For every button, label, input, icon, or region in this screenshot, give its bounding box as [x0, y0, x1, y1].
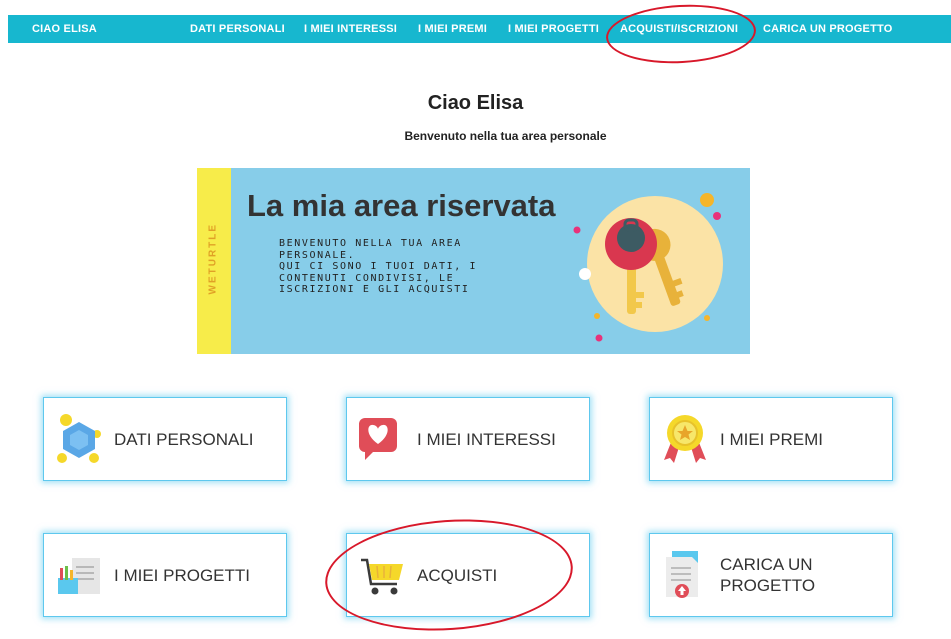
banner-body-line: CONTENUTI CONDIVISI, LE — [279, 272, 455, 284]
top-nav-bar: CIAO ELISA DATI PERSONALI I MIEI INTERES… — [8, 15, 951, 43]
nav-item-carica-un-progetto[interactable]: CARICA UN PROGETTO — [763, 15, 893, 43]
upload-document-icon — [666, 551, 698, 598]
turtle-icon — [57, 414, 101, 463]
banner-headline: La mia area riservata — [247, 188, 556, 223]
nav-greeting-link[interactable]: CIAO ELISA — [32, 15, 97, 43]
page-title: Ciao Elisa — [427, 92, 524, 114]
project-document-icon — [58, 558, 100, 594]
annotation-circle-acquisti — [321, 511, 577, 639]
card-i-miei-interessi[interactable]: I MIEI INTERESSI — [346, 397, 590, 481]
nav-item-dati-personali[interactable]: DATI PERSONALI — [190, 15, 285, 43]
card-label: I MIEI PROGETTI — [114, 565, 251, 585]
card-label: DATI PERSONALI — [114, 429, 254, 449]
card-carica-un-progetto[interactable]: CARICA UN PROGETTO — [649, 533, 893, 617]
banner-body-text: BENVENUTO NELLA TUA AREA PERSONALE. QUI … — [279, 238, 539, 296]
card-label: I MIEI PREMI — [720, 429, 823, 449]
annotation-circle-nav — [604, 1, 758, 67]
award-ribbon-icon — [664, 415, 706, 463]
banner-side-label: WETURTLE — [207, 222, 219, 295]
nav-item-i-miei-interessi[interactable]: I MIEI INTERESSI — [304, 15, 397, 43]
banner-body-line: BENVENUTO NELLA TUA AREA — [279, 238, 462, 249]
banner-body-line: PERSONALE. — [279, 249, 356, 261]
card-i-miei-progetti[interactable]: I MIEI PROGETTI — [43, 533, 287, 617]
nav-item-i-miei-premi[interactable]: I MIEI PREMI — [418, 15, 487, 43]
card-dati-personali[interactable]: DATI PERSONALI — [43, 397, 287, 481]
banner-body-line: QUI CI SONO I TUOI DATI, I — [279, 261, 478, 272]
area-riservata-banner: WETURTLE La mia area riservata BENVENUTO… — [197, 168, 750, 354]
heart-chat-icon — [359, 418, 397, 460]
nav-item-i-miei-progetti[interactable]: I MIEI PROGETTI — [508, 15, 599, 43]
card-label: CARICA UN PROGETTO — [720, 555, 816, 595]
keys-illustration-icon — [573, 193, 723, 342]
card-label: I MIEI INTERESSI — [417, 429, 556, 449]
page-subtitle: Benvenuto nella tua area personale — [404, 129, 607, 143]
card-i-miei-premi[interactable]: I MIEI PREMI — [649, 397, 893, 481]
banner-body-line: ISCRIZIONI E GLI ACQUISTI — [279, 284, 470, 295]
